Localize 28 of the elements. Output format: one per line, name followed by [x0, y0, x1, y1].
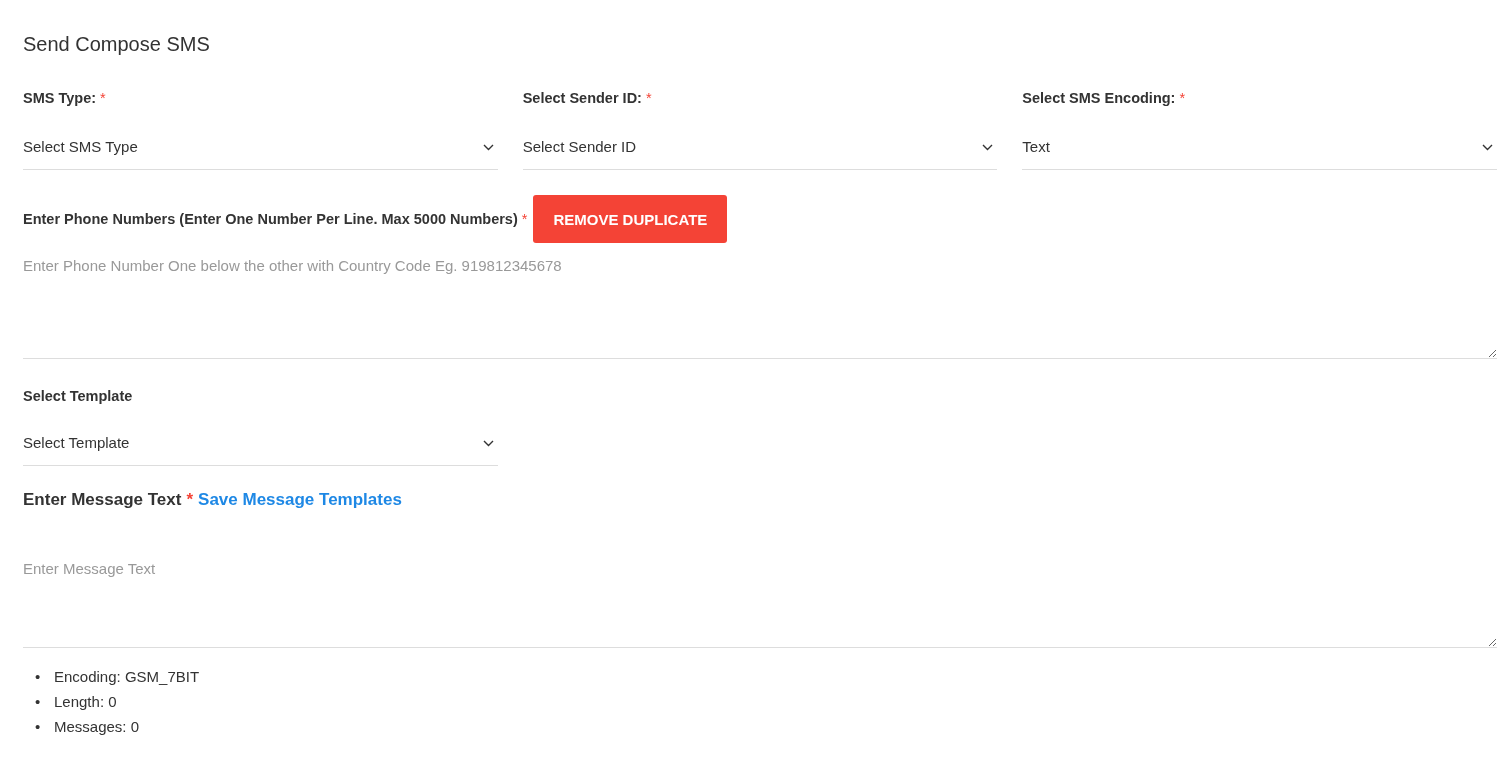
field-label: Enter Message Text — [23, 490, 182, 510]
required-mark: * — [100, 90, 106, 106]
stat-text: Length: 0 — [54, 692, 117, 712]
chevron-down-icon — [482, 144, 494, 151]
dropdown[interactable]: Select SMS Type — [23, 126, 498, 170]
required-mark: * — [521, 211, 528, 227]
chevron-down-icon — [982, 144, 994, 151]
bullet: • — [35, 667, 42, 687]
dropdown[interactable]: Select Template — [23, 422, 498, 466]
field-label: Select Template — [23, 388, 133, 404]
dropdown[interactable]: Select Sender ID — [522, 126, 998, 170]
stat-text: Messages: 0 — [54, 717, 140, 737]
dropdown[interactable]: Text — [1022, 126, 1497, 170]
required-mark: * — [645, 90, 652, 106]
field-label: Enter Phone Numbers (Enter One Number Per Line. Max 5000 Numbers) — [23, 211, 518, 227]
field-label: Select SMS Encoding: — [1022, 90, 1176, 106]
chevron-down-icon — [483, 440, 494, 447]
bullet: • — [35, 692, 42, 712]
page-title: Send Compose SMS — [23, 32, 211, 56]
required-mark: * — [186, 490, 194, 510]
field-label: SMS Type: — [23, 90, 97, 106]
field-label: Select Sender ID: — [522, 90, 642, 106]
stat-text: Encoding: GSM_7BIT — [54, 667, 200, 687]
chevron-down-icon — [1482, 144, 1493, 151]
save-templates-link[interactable]: Save Message Templates — [198, 490, 402, 510]
bullet: • — [35, 717, 42, 737]
required-mark: * — [1179, 90, 1186, 106]
remove-duplicate-button[interactable]: REMOVE DUPLICATE — [533, 195, 728, 243]
